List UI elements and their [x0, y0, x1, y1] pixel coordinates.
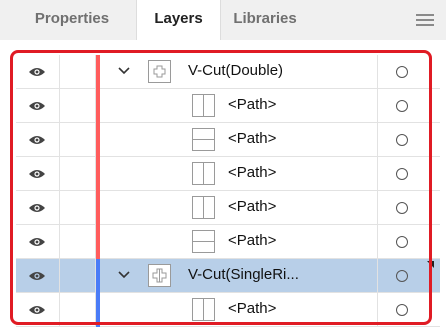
target-column[interactable]	[377, 293, 440, 326]
visibility-toggle[interactable]	[16, 191, 60, 224]
layer-name: <Path>	[228, 164, 277, 181]
target-column[interactable]	[377, 123, 440, 156]
target-column[interactable]	[377, 55, 440, 88]
layer-thumbnail	[192, 128, 215, 151]
layer-name: <Path>	[228, 130, 277, 147]
layers-list: V-Cut(Double) <Path> <Path> <Path> <Path…	[16, 55, 440, 327]
visibility-toggle[interactable]	[16, 259, 60, 292]
layer-color-bar	[96, 123, 100, 157]
visibility-toggle[interactable]	[16, 89, 60, 122]
layer-thumbnail	[192, 94, 215, 117]
lock-toggle[interactable]	[60, 123, 96, 156]
target-circle-icon[interactable]	[396, 168, 408, 180]
lock-toggle[interactable]	[60, 55, 96, 88]
tab-layers[interactable]: Layers	[136, 0, 221, 41]
target-circle-icon[interactable]	[396, 236, 408, 248]
visibility-toggle[interactable]	[16, 123, 60, 156]
layer-name: <Path>	[228, 232, 277, 249]
layer-thumbnail	[192, 230, 215, 253]
tab-properties[interactable]: Properties	[8, 0, 136, 40]
visibility-toggle[interactable]	[16, 55, 60, 88]
eye-icon	[29, 170, 45, 178]
panel-tab-bar: Properties Layers Libraries	[0, 0, 446, 41]
chevron-down-icon[interactable]	[117, 65, 131, 77]
lock-toggle[interactable]	[60, 259, 96, 292]
hamburger-menu-icon[interactable]	[416, 14, 436, 28]
target-circle-icon[interactable]	[396, 304, 408, 316]
layer-name: <Path>	[228, 96, 277, 113]
target-column[interactable]	[377, 191, 440, 224]
layer-thumbnail	[148, 264, 171, 287]
layer-thumbnail	[192, 162, 215, 185]
eye-icon	[29, 136, 45, 144]
layer-color-bar	[96, 259, 100, 293]
eye-icon	[29, 238, 45, 246]
target-column[interactable]	[377, 157, 440, 190]
layer-color-bar	[96, 293, 100, 327]
layer-name: <Path>	[228, 300, 277, 317]
layer-row-path[interactable]: <Path>	[16, 157, 440, 191]
layer-thumbnail	[192, 196, 215, 219]
layer-color-bar	[96, 157, 100, 191]
lock-toggle[interactable]	[60, 191, 96, 224]
layer-color-bar	[96, 55, 100, 89]
target-column[interactable]	[377, 225, 440, 258]
cross-outline-icon	[152, 268, 167, 283]
layer-thumbnail	[148, 60, 171, 83]
eye-icon	[29, 204, 45, 212]
target-circle-icon[interactable]	[396, 100, 408, 112]
eye-icon	[29, 272, 45, 280]
layer-row-v-cut-singleri[interactable]: V-Cut(SingleRi...	[16, 259, 440, 293]
target-circle-icon[interactable]	[396, 202, 408, 214]
layer-color-bar	[96, 89, 100, 123]
tab-libraries[interactable]: Libraries	[220, 0, 310, 40]
eye-icon	[29, 68, 45, 76]
target-circle-icon[interactable]	[396, 270, 408, 282]
layer-thumbnail	[192, 298, 215, 321]
lock-toggle[interactable]	[60, 157, 96, 190]
layer-name: V-Cut(Double)	[188, 62, 284, 79]
layer-name: <Path>	[228, 198, 277, 215]
lock-toggle[interactable]	[60, 293, 96, 326]
lock-toggle[interactable]	[60, 89, 96, 122]
layer-name: V-Cut(SingleRi...	[188, 266, 299, 283]
target-circle-icon[interactable]	[396, 134, 408, 146]
layer-color-bar	[96, 225, 100, 259]
layer-color-bar	[96, 191, 100, 225]
visibility-toggle[interactable]	[16, 157, 60, 190]
eye-icon	[29, 102, 45, 110]
layers-panel: V-Cut(Double) <Path> <Path> <Path> <Path…	[0, 40, 446, 327]
selection-indicator-icon	[427, 261, 434, 268]
layer-row-path[interactable]: <Path>	[16, 123, 440, 157]
target-circle-icon[interactable]	[396, 66, 408, 78]
layer-row-v-cut-double[interactable]: V-Cut(Double)	[16, 55, 440, 89]
chevron-down-icon[interactable]	[117, 269, 131, 281]
target-column[interactable]	[377, 259, 440, 292]
target-column[interactable]	[377, 89, 440, 122]
plus-outline-icon	[153, 65, 166, 78]
lock-toggle[interactable]	[60, 225, 96, 258]
visibility-toggle[interactable]	[16, 225, 60, 258]
layer-row-path[interactable]: <Path>	[16, 293, 440, 327]
visibility-toggle[interactable]	[16, 293, 60, 326]
eye-icon	[29, 306, 45, 314]
layer-row-path[interactable]: <Path>	[16, 89, 440, 123]
layer-row-path[interactable]: <Path>	[16, 225, 440, 259]
layer-row-path[interactable]: <Path>	[16, 191, 440, 225]
